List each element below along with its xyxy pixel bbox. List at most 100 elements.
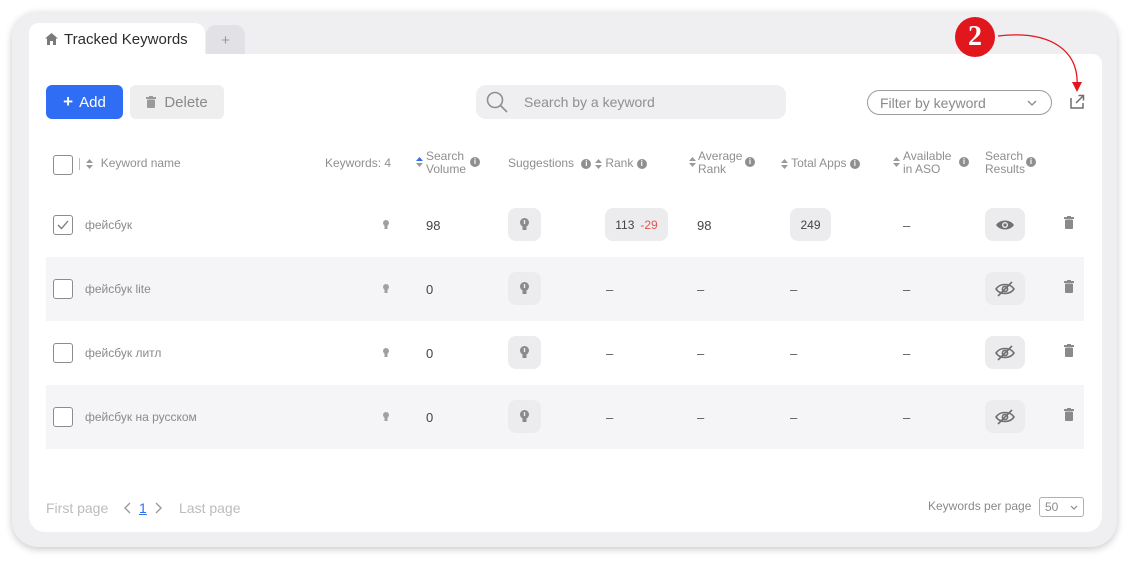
header-volume-line1: Search: [426, 149, 465, 163]
trash-icon[interactable]: [1064, 344, 1074, 357]
table-row: фейсбук литл 0 – – – –: [46, 321, 1084, 385]
suggestions-button[interactable]: [508, 272, 541, 305]
lightbulb-icon: [520, 409, 529, 422]
search-results-button[interactable]: [985, 400, 1025, 433]
header-results-line1: Search: [985, 149, 1024, 163]
lightbulb-icon: [383, 284, 389, 293]
row-checkbox[interactable]: [53, 343, 73, 363]
sort-icon: [781, 158, 788, 169]
info-icon[interactable]: i: [1026, 157, 1036, 167]
select-all-checkbox[interactable]: [53, 155, 73, 175]
header-avg-line2: Rank: [698, 162, 727, 176]
header-search-results[interactable]: Search Results i: [985, 149, 1036, 176]
keyword-name[interactable]: фейсбук на русском: [85, 410, 197, 424]
lightbulb-icon: [383, 412, 389, 421]
available-aso: –: [903, 410, 911, 425]
search-box[interactable]: [476, 85, 786, 119]
header-rank[interactable]: Rank i: [595, 157, 647, 170]
header-average-rank[interactable]: Average Rank i: [689, 149, 755, 176]
eye-icon: [996, 220, 1014, 229]
per-page-select[interactable]: 50: [1039, 497, 1084, 517]
sort-icon: [86, 158, 94, 169]
sort-icon: [689, 157, 696, 167]
suggestions-button[interactable]: [508, 336, 541, 369]
trash-icon[interactable]: [1064, 280, 1074, 293]
header-keyword-label: Keyword name: [100, 156, 181, 170]
page-number[interactable]: 1: [139, 500, 147, 516]
header-total-label: Total Apps: [791, 156, 847, 170]
row-checkbox[interactable]: [53, 215, 73, 235]
total-apps: –: [790, 410, 798, 425]
table-row: фейсбук 98 113 -29 98 249 –: [46, 193, 1084, 257]
search-input[interactable]: [524, 94, 764, 110]
home-icon: [45, 33, 58, 45]
info-icon[interactable]: i: [581, 158, 592, 169]
trash-icon[interactable]: [1064, 408, 1074, 421]
search-volume: 0: [426, 282, 434, 297]
table-row: фейсбук lite 0 – – – –: [46, 257, 1084, 321]
chevron-down-icon: [1070, 505, 1078, 510]
filter-dropdown[interactable]: Filter by keyword: [867, 90, 1052, 115]
first-page-link[interactable]: First page: [46, 500, 108, 516]
delete-button[interactable]: Delete: [130, 85, 224, 119]
info-icon[interactable]: i: [959, 157, 969, 167]
row-checkbox[interactable]: [53, 279, 73, 299]
header-volume-line2: Volume: [426, 162, 467, 176]
sort-icon: [893, 157, 900, 167]
search-results-button[interactable]: [985, 336, 1025, 369]
chevron-down-icon: [1027, 100, 1037, 106]
lightbulb-icon: [520, 217, 529, 230]
info-icon[interactable]: i: [745, 157, 755, 167]
header-keyword-name[interactable]: Keyword name: [79, 157, 181, 170]
header-aso-line2: in ASO: [903, 162, 941, 176]
search-volume: 0: [426, 410, 434, 425]
header-results-line2: Results: [985, 162, 1026, 176]
lightbulb-icon: [383, 220, 389, 229]
trash-icon: [146, 96, 157, 108]
header-total-apps[interactable]: Total Apps i: [781, 157, 860, 170]
add-tab-button[interactable]: +: [206, 25, 245, 55]
total-apps: –: [790, 282, 798, 297]
header-avg-line1: Average: [698, 149, 743, 163]
header-aso-line1: Available: [903, 149, 952, 163]
chevron-left-icon[interactable]: [123, 502, 131, 514]
available-aso: –: [903, 346, 911, 361]
eye-off-icon: [995, 408, 1015, 425]
search-results-button[interactable]: [985, 272, 1025, 305]
annotation-badge: 2: [955, 17, 995, 57]
last-page-link[interactable]: Last page: [179, 500, 241, 516]
row-checkbox[interactable]: [53, 407, 73, 427]
header-suggestions[interactable]: Suggestions i: [508, 156, 592, 170]
keyword-name[interactable]: фейсбук: [85, 218, 132, 232]
rank-change: -29: [640, 217, 658, 232]
sort-active-icon: [416, 157, 423, 167]
suggestions-button[interactable]: [508, 400, 541, 433]
header-search-volume[interactable]: Search Volume i: [416, 149, 480, 176]
tab-tracked-keywords[interactable]: Tracked Keywords: [29, 23, 205, 55]
rank-value: –: [606, 282, 614, 297]
header-suggestions-label: Suggestions: [508, 156, 575, 170]
export-button[interactable]: [1070, 94, 1085, 114]
header-rank-label: Rank: [605, 156, 634, 170]
total-apps: –: [790, 346, 798, 361]
suggestions-button[interactable]: [508, 208, 541, 241]
total-apps[interactable]: 249: [790, 208, 831, 241]
rank-value: 113 -29: [605, 208, 668, 241]
lightbulb-icon: [520, 345, 529, 358]
header-available-aso[interactable]: Available in ASO i: [893, 149, 969, 176]
trash-icon[interactable]: [1064, 216, 1074, 229]
eye-off-icon: [995, 280, 1015, 297]
add-button[interactable]: + Add: [46, 85, 123, 119]
export-icon: [1070, 94, 1085, 109]
average-rank: 98: [697, 218, 712, 233]
info-icon[interactable]: i: [470, 157, 480, 167]
keyword-name[interactable]: фейсбук литл: [85, 346, 161, 360]
keyword-name[interactable]: фейсбук lite: [85, 282, 151, 296]
info-icon[interactable]: i: [636, 158, 647, 169]
lightbulb-icon: [520, 281, 529, 294]
average-rank: –: [697, 282, 705, 297]
info-icon[interactable]: i: [849, 158, 860, 169]
add-button-label: Add: [79, 93, 106, 111]
search-results-button[interactable]: [985, 208, 1025, 241]
chevron-right-icon[interactable]: [155, 502, 163, 514]
